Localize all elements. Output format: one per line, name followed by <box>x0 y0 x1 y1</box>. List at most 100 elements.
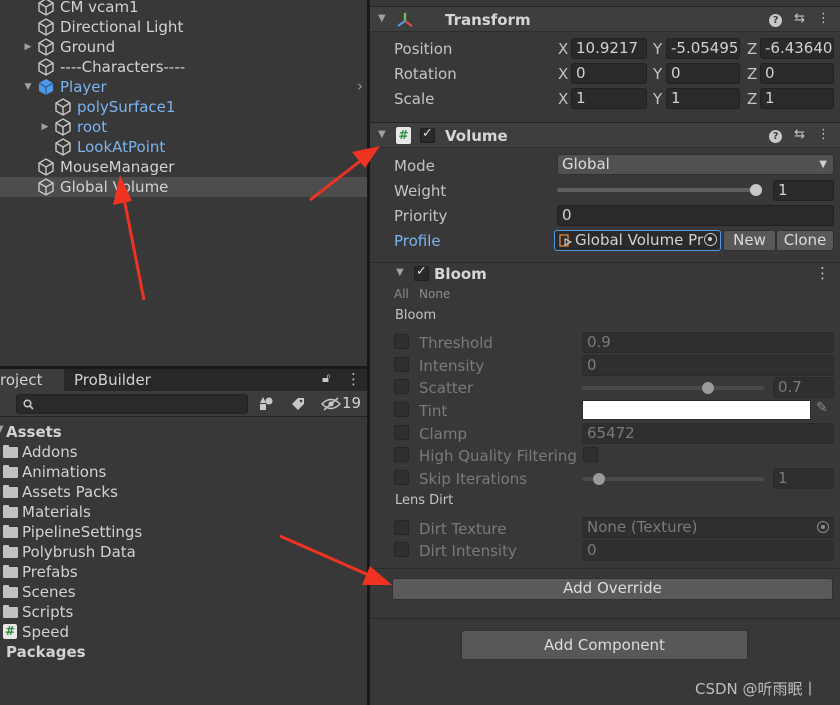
skip-iterations-override-checkbox[interactable] <box>394 470 409 485</box>
filter-by-label-icon[interactable] <box>290 396 306 412</box>
intensity-override-checkbox[interactable] <box>394 357 409 372</box>
axis-z-label[interactable]: Z <box>747 40 757 58</box>
hierarchy-item-global-volume[interactable]: Global Volume <box>0 177 367 197</box>
toggle-none-link[interactable]: None <box>419 287 450 301</box>
presets-icon[interactable]: ⇆ <box>794 127 805 143</box>
axis-y-label[interactable]: Y <box>653 65 662 83</box>
more-menu-icon[interactable]: ⋮ <box>346 370 361 388</box>
dirt-intensity-override-checkbox[interactable] <box>394 542 409 557</box>
rotation-z-field[interactable]: 0 <box>760 63 834 84</box>
hierarchy-item[interactable]: CM vcam1 <box>0 0 367 17</box>
weight-slider-handle[interactable] <box>750 184 762 196</box>
rotation-y-field[interactable]: 0 <box>666 63 740 84</box>
project-tree-item-packages[interactable]: Packages <box>0 642 367 662</box>
toggle-all-link[interactable]: All <box>394 287 409 301</box>
axis-x-label[interactable]: X <box>558 40 568 58</box>
position-y-field[interactable]: -5.05495 <box>666 38 740 59</box>
more-menu-icon[interactable]: ⋮ <box>817 11 830 27</box>
project-search-input[interactable] <box>16 394 248 414</box>
project-tree-item[interactable]: Materials <box>0 502 367 522</box>
profile-new-button[interactable]: New <box>723 230 776 251</box>
tint-override-checkbox[interactable] <box>394 402 409 417</box>
hq-filtering-override-checkbox[interactable] <box>394 447 409 462</box>
hierarchy-item[interactable]: ▶ root <box>0 117 367 137</box>
hidden-packages-eye-icon[interactable] <box>321 397 341 411</box>
bloom-enabled-checkbox[interactable] <box>414 264 429 281</box>
scatter-slider[interactable] <box>582 386 764 390</box>
rotation-x-field[interactable]: 0 <box>571 63 647 84</box>
help-icon[interactable]: ? <box>769 14 783 27</box>
scale-z-field[interactable]: 1 <box>760 88 834 109</box>
collapse-arrow-icon[interactable]: ▼ <box>378 13 386 24</box>
axis-x-label[interactable]: X <box>558 65 568 83</box>
dirt-intensity-field[interactable]: 0 <box>582 540 834 561</box>
scatter-slider-handle[interactable] <box>702 382 714 394</box>
scatter-override-checkbox[interactable] <box>394 379 409 394</box>
hierarchy-item[interactable]: ----Characters---- <box>0 57 367 77</box>
filter-by-type-icon[interactable] <box>258 396 274 412</box>
axis-z-label[interactable]: Z <box>747 90 757 108</box>
axis-y-label[interactable]: Y <box>653 90 662 108</box>
collapse-arrow-icon[interactable]: ▼ <box>396 267 404 278</box>
tab-probuilder[interactable]: ProBuilder <box>74 369 174 391</box>
lock-icon[interactable]: 🔓︎ <box>322 371 330 386</box>
project-tree-item[interactable]: Scenes <box>0 582 367 602</box>
profile-object-field[interactable]: Global Volume Pr <box>554 230 721 251</box>
project-tree-item[interactable]: Prefabs <box>0 562 367 582</box>
skip-iterations-field[interactable]: 1 <box>773 468 834 489</box>
skip-iterations-slider[interactable] <box>582 477 764 481</box>
scale-y-field[interactable]: 1 <box>666 88 740 109</box>
weight-slider[interactable] <box>557 188 762 192</box>
intensity-field[interactable]: 0 <box>582 355 834 376</box>
help-icon[interactable]: ? <box>769 130 783 143</box>
tab-project[interactable]: roject <box>0 369 64 391</box>
dirt-texture-field[interactable]: None (Texture) <box>582 517 834 538</box>
profile-clone-button[interactable]: Clone <box>776 230 834 251</box>
threshold-field[interactable]: 0.9 <box>582 332 834 353</box>
add-component-button[interactable]: Add Component <box>461 630 748 660</box>
threshold-override-checkbox[interactable] <box>394 334 409 349</box>
weight-field[interactable]: 1 <box>773 180 834 201</box>
hierarchy-item[interactable]: MouseManager <box>0 157 367 177</box>
hierarchy-item[interactable]: polySurface1 <box>0 97 367 117</box>
hierarchy-item[interactable]: LookAtPoint <box>0 137 367 157</box>
transform-header[interactable]: ▼ Transform ? ⇆ ⋮ <box>370 6 840 32</box>
priority-field[interactable]: 0 <box>557 205 834 226</box>
scale-x-field[interactable]: 1 <box>571 88 647 109</box>
eyedropper-icon[interactable]: ✎ <box>816 400 828 416</box>
project-tree-item[interactable]: Animations <box>0 462 367 482</box>
mode-dropdown[interactable]: Global ▼ <box>557 154 834 175</box>
project-tree-item[interactable]: PipelineSettings <box>0 522 367 542</box>
clamp-override-checkbox[interactable] <box>394 425 409 440</box>
axis-z-label[interactable]: Z <box>747 65 757 83</box>
volume-header[interactable]: ▼ # Volume ? ⇆ ⋮ <box>370 122 840 148</box>
project-tree-item[interactable]: Assets Packs <box>0 482 367 502</box>
axis-y-label[interactable]: Y <box>653 40 662 58</box>
object-picker-icon[interactable] <box>704 233 717 246</box>
object-picker-icon[interactable] <box>817 521 829 533</box>
chevron-right-icon[interactable]: › <box>357 77 363 95</box>
position-z-field[interactable]: -6.43640 <box>760 38 834 59</box>
presets-icon[interactable]: ⇆ <box>794 11 805 27</box>
project-tree-item[interactable]: Addons <box>0 442 367 462</box>
position-x-field[interactable]: 10.9217 <box>571 38 647 59</box>
expand-arrow-icon[interactable]: ▶ <box>22 42 34 52</box>
tint-color-swatch[interactable] <box>582 400 811 420</box>
more-menu-icon[interactable]: ⋮ <box>815 264 830 282</box>
project-tree-item-assets[interactable]: ▼ Assets <box>0 422 367 442</box>
hierarchy-item-player[interactable]: ▼ Player › <box>0 77 367 97</box>
project-tree-item[interactable]: # Speed <box>0 622 367 642</box>
collapse-arrow-icon[interactable]: ▼ <box>22 82 34 92</box>
skip-iterations-slider-handle[interactable] <box>593 473 605 485</box>
project-tree-item[interactable]: Scripts <box>0 602 367 622</box>
project-tree-item[interactable]: Polybrush Data <box>0 542 367 562</box>
hq-filtering-checkbox[interactable] <box>583 447 598 462</box>
dirt-texture-override-checkbox[interactable] <box>394 520 409 535</box>
bloom-header[interactable]: ▼ Bloom ⋮ <box>370 263 840 285</box>
axis-x-label[interactable]: X <box>558 90 568 108</box>
hierarchy-item[interactable]: Directional Light <box>0 17 367 37</box>
hierarchy-item[interactable]: ▶ Ground <box>0 37 367 57</box>
expand-arrow-icon[interactable]: ▶ <box>39 122 51 132</box>
volume-enabled-checkbox[interactable] <box>420 126 435 143</box>
collapse-arrow-icon[interactable]: ▼ <box>378 129 386 140</box>
